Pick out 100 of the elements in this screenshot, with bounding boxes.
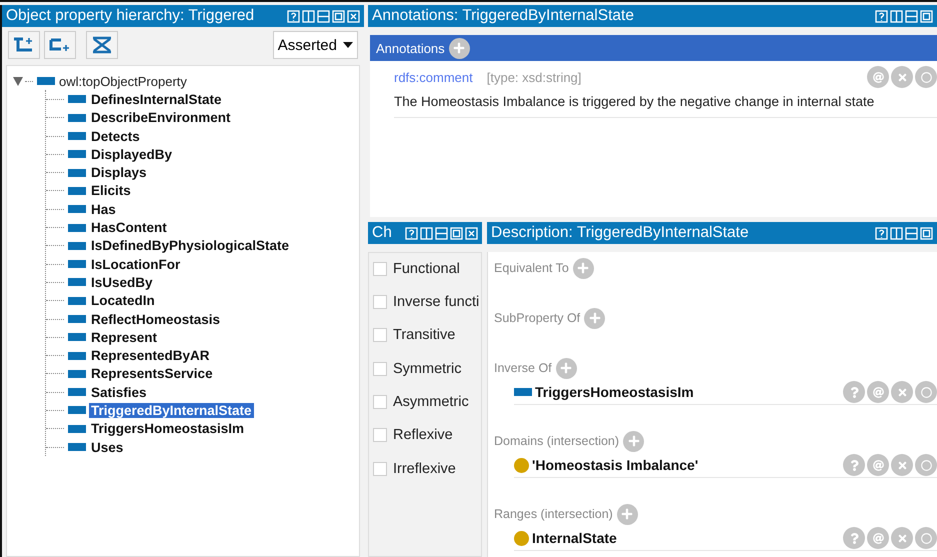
annotate-button[interactable] (867, 66, 889, 88)
checkbox[interactable] (373, 428, 387, 442)
split-horizontal-icon[interactable] (905, 226, 918, 240)
checkbox-label: Inverse functi (393, 294, 480, 310)
add-button[interactable] (584, 308, 606, 328)
help-icon[interactable] (875, 10, 888, 22)
close-icon[interactable] (347, 10, 360, 22)
tree-item[interactable]: DisplayedBy (89, 146, 174, 162)
maximize-icon[interactable] (920, 10, 933, 22)
checkbox[interactable] (373, 294, 387, 309)
edit-button[interactable] (915, 381, 937, 403)
split-horizontal-icon[interactable] (435, 226, 448, 240)
annotate-button[interactable] (867, 527, 889, 549)
ring-icon (920, 460, 932, 470)
tree-item[interactable]: TriggersHomeostasisIm (89, 421, 246, 436)
edit-button[interactable] (915, 66, 937, 88)
entity-label[interactable]: TriggersHomeostasisIm (535, 384, 694, 400)
split-horizontal-icon[interactable] (905, 10, 918, 22)
add-button[interactable] (572, 258, 594, 278)
checkbox[interactable] (373, 462, 387, 476)
tree-item[interactable]: RepresentsService (89, 366, 215, 382)
checkbox[interactable] (373, 362, 387, 376)
delete-button[interactable] (891, 454, 913, 476)
help-button[interactable] (843, 527, 865, 549)
at-sign-icon (872, 72, 884, 82)
add-button[interactable] (623, 430, 644, 452)
help-icon[interactable] (875, 226, 888, 240)
annotate-button[interactable] (867, 454, 889, 476)
annotate-button[interactable] (867, 381, 889, 403)
help-icon[interactable] (287, 10, 300, 22)
tree-item[interactable]: TriggeredByInternalState (89, 402, 254, 418)
property-icon (68, 278, 86, 286)
add-subproperty-button[interactable] (8, 31, 40, 59)
property-icon (68, 352, 86, 360)
ring-icon (920, 386, 932, 398)
split-vertical-icon[interactable] (302, 10, 315, 22)
tree-item[interactable]: Satisfies (89, 384, 149, 400)
property-icon (68, 150, 86, 158)
annotation-property-link[interactable]: rdfs:comment (394, 70, 473, 84)
tree-item[interactable]: DescribeEnvironment (89, 110, 233, 126)
property-icon (68, 388, 86, 396)
tree-item[interactable]: Detects (89, 128, 142, 144)
add-annotation-button[interactable] (448, 38, 470, 58)
property-icon (68, 95, 86, 104)
property-icon (68, 168, 86, 177)
tree-item[interactable]: Represent (89, 330, 160, 345)
collapse-icon[interactable] (13, 76, 23, 86)
checkbox[interactable] (373, 395, 387, 410)
maximize-icon[interactable] (332, 10, 345, 22)
property-icon (68, 114, 86, 122)
entity-label[interactable]: InternalState (532, 530, 617, 546)
tree-item[interactable]: LocatedIn (89, 293, 157, 308)
help-button[interactable] (843, 381, 865, 403)
maximize-icon[interactable] (920, 226, 933, 240)
tree-item[interactable]: RepresentedByAR (89, 348, 212, 364)
help-button[interactable] (843, 454, 865, 476)
tree-item[interactable]: Uses (89, 440, 126, 455)
tree-item[interactable]: ReflectHomeostasis (89, 312, 222, 326)
property-icon (68, 370, 86, 378)
add-button[interactable] (556, 358, 577, 378)
tree-item[interactable]: IsDefinedByPhysiologicalState (89, 238, 292, 254)
split-vertical-icon[interactable] (420, 226, 433, 240)
class-icon (514, 530, 529, 546)
edit-button[interactable] (915, 527, 937, 549)
checkbox-label: Irreflexive (393, 460, 456, 477)
add-button[interactable] (616, 504, 638, 524)
view-select[interactable]: Asserted (272, 31, 358, 59)
close-icon[interactable] (465, 226, 478, 240)
delete-property-button[interactable] (86, 31, 118, 59)
delete-button[interactable] (891, 381, 913, 403)
help-icon[interactable] (405, 226, 418, 240)
tree-item[interactable]: HasContent (89, 220, 169, 236)
add-sibling-button[interactable] (44, 31, 76, 59)
tree-item[interactable]: Elicits (89, 183, 133, 198)
property-icon (68, 132, 86, 140)
tree-item[interactable]: Displays (89, 165, 149, 180)
checkbox[interactable] (373, 262, 387, 276)
split-horizontal-icon[interactable] (317, 10, 330, 22)
at-sign-icon (872, 460, 884, 470)
property-icon (68, 186, 86, 195)
tree-item[interactable]: DefinesInternalState (89, 92, 224, 107)
tree-item[interactable]: IsLocationFor (89, 256, 182, 272)
close-icon (896, 386, 908, 398)
entity-label[interactable]: 'Homeostasis Imbalance' (532, 457, 698, 473)
section-label: SubProperty Of (494, 311, 580, 325)
plus-icon (628, 435, 640, 447)
ring-icon (920, 532, 932, 544)
checkbox[interactable] (373, 328, 387, 342)
split-vertical-icon[interactable] (890, 226, 903, 240)
delete-button[interactable] (891, 527, 913, 549)
split-vertical-icon[interactable] (890, 10, 903, 22)
edit-button[interactable] (915, 454, 937, 476)
tree-item[interactable]: Has (89, 202, 118, 217)
property-icon (37, 77, 55, 86)
class-icon (514, 458, 529, 472)
delete-button[interactable] (891, 66, 913, 88)
tree-item[interactable]: IsUsedBy (89, 274, 155, 290)
maximize-icon[interactable] (450, 226, 463, 240)
property-icon (68, 205, 86, 214)
tree-root-label[interactable]: owl:topObjectProperty (59, 74, 187, 89)
